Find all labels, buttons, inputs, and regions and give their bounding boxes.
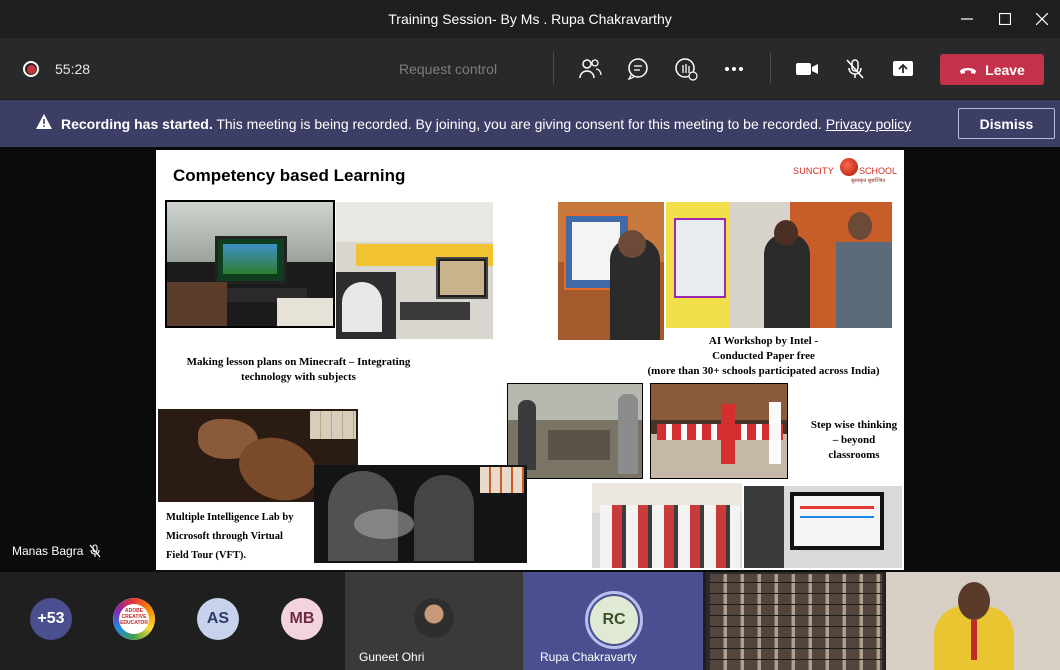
photo-virtual-field-tour-2 [314,465,527,563]
window-title: Training Session- By Ms . Rupa Chakravar… [388,11,672,27]
divider [553,52,554,84]
photo-classroom-circle [650,383,788,479]
caption-minecraft: Making lesson plans on Minecraft – Integ… [186,356,411,383]
caption-ai-line-1: AI Workshop by Intel - [708,335,819,347]
caption-mi-line-1: Multiple Intelligence Lab by [166,512,294,523]
presenter-mic-off-icon [89,544,101,558]
microphone-off-icon[interactable] [842,56,868,82]
recording-icon [23,61,39,77]
guneet-avatar [414,598,454,638]
banner-text: Recording has started. This meeting is b… [61,116,911,132]
request-control-button[interactable]: Request control [399,61,497,77]
participants-icon[interactable] [577,56,603,82]
participant-tile-video[interactable] [886,572,1060,670]
leave-label: Leave [985,61,1025,78]
chat-icon[interactable] [625,56,651,82]
photo-minecraft-student [165,200,335,328]
caption-mi-line-3: Field Tour (VFT). [166,550,247,561]
logo-text-right: SCHOOL [859,166,898,176]
title-bar: Training Session- By Ms . Rupa Chakravar… [0,0,1060,38]
photo-computer-lab [336,202,493,339]
badge-line-3: EDUCATOR [120,620,148,626]
participant-strip: +53 ADOBE CREATIVE EDUCATOR AS MB Guneet… [0,572,1060,670]
photo-students-corridor [592,483,742,568]
minimize-button[interactable] [955,8,979,30]
overflow-participants-badge[interactable]: +53 [30,598,72,640]
photo-outdoor-activity [507,383,643,479]
rupa-name: Rupa Chakravarty [540,650,637,664]
school-logo: SUNCITY SCHOOL सुसंस्कृत सुसज्जित [793,156,901,184]
recording-banner: Recording has started. This meeting is b… [0,100,1060,147]
meeting-timer: 55:28 [55,61,91,77]
caption-multiple-intelligence: Multiple Intelligence Lab by Microsoft t… [166,508,316,565]
caption-ai-line-3: (more than 30+ schools participated acro… [647,365,880,377]
presenter-name: Manas Bagra [12,544,84,558]
caption-step-line-1: Step wise thinking [810,419,898,431]
avatar-mb[interactable]: MB [281,598,323,640]
warning-icon [36,114,52,129]
participant-tile-guneet[interactable]: Guneet Ohri [345,572,523,670]
photo-ai-workshop-1 [558,202,664,340]
raise-hand-icon[interactable] [673,56,699,82]
caption-step-line-2: – beyond [832,434,876,446]
banner-bold: Recording has started. [61,116,213,132]
adobe-educator-avatar[interactable]: ADOBE CREATIVE EDUCATOR [113,598,155,640]
share-screen-icon[interactable] [890,56,916,82]
participant-tile-rupa[interactable]: RC Rupa Chakravarty [523,572,703,670]
avatar-as[interactable]: AS [197,598,239,640]
rupa-avatar: RC [590,596,638,644]
close-button[interactable] [1030,8,1054,30]
divider [770,52,771,84]
shared-slide: Competency based Learning SUNCITY SCHOOL… [156,150,904,570]
slide-title: Competency based Learning [173,166,406,185]
maximize-button[interactable] [993,8,1017,30]
guneet-name: Guneet Ohri [359,650,425,664]
caption-step-wise: Step wise thinking – beyond classrooms [799,418,904,463]
dismiss-button[interactable]: Dismiss [958,108,1055,139]
photo-smartboard-lesson [744,486,902,568]
phone-hangup-icon [960,67,977,74]
caption-step-line-3: classrooms [828,449,880,461]
privacy-policy-link[interactable]: Privacy policy [826,116,912,132]
caption-ai-workshop: AI Workshop by Intel - Conducted Paper f… [626,334,901,379]
photo-ai-workshop-2 [666,202,892,328]
meeting-controls: 55:28 Request control Leave [0,38,1060,100]
caption-ai-line-2: Conducted Paper free [712,350,815,362]
shared-content-stage: Competency based Learning SUNCITY SCHOOL… [0,147,1060,572]
logo-text-left: SUNCITY [793,166,834,176]
logo-tagline: सुसंस्कृत सुसज्जित [851,178,886,184]
leave-button[interactable]: Leave [940,54,1044,85]
banner-message: This meeting is being recorded. By joini… [212,116,826,132]
caption-mi-line-2: Microsoft through Virtual [166,531,283,542]
globe-icon [840,158,858,176]
participant-tile-gallery[interactable] [706,572,884,670]
more-options-icon[interactable] [721,56,747,82]
camera-icon[interactable] [794,56,820,82]
